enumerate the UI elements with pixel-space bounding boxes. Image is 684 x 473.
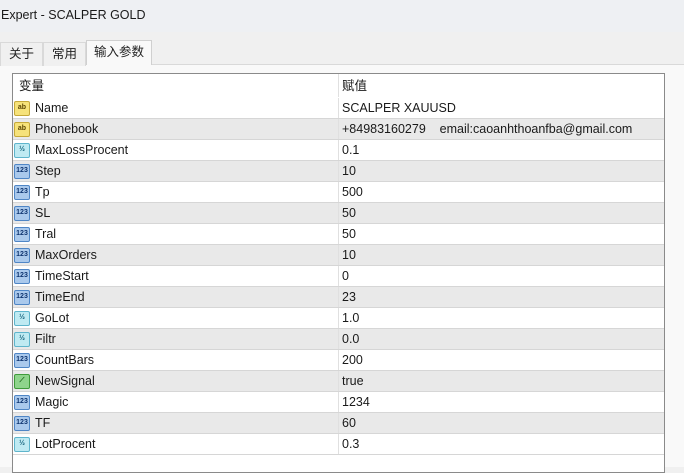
value-cell[interactable]: 50 — [338, 224, 664, 244]
double-type-icon: ½ — [14, 142, 30, 158]
variable-cell: ⟋ NewSignal — [13, 371, 338, 391]
bool-type-icon: ⟋ — [14, 373, 30, 389]
variable-name: TF — [35, 416, 51, 430]
variable-name: TimeStart — [35, 269, 89, 283]
table-row[interactable]: 123 CountBars 200 — [13, 350, 664, 371]
string-type-icon: ab — [14, 121, 30, 137]
variable-name: Filtr — [35, 332, 56, 346]
value-cell[interactable]: 60 — [338, 413, 664, 433]
variable-cell: 123 TimeEnd — [13, 287, 338, 307]
inputs-table: 变量 赋值 ab Name SCALPER XAUUSD ab Phonebook +84… — [12, 73, 665, 473]
value-cell[interactable]: 0.1 — [338, 140, 664, 160]
table-header: 变量 赋值 — [13, 74, 664, 98]
variable-cell: ½ Filtr — [13, 329, 338, 349]
double-type-icon: ½ — [14, 310, 30, 326]
variable-cell: 123 Step — [13, 161, 338, 181]
value-cell[interactable]: 23 — [338, 287, 664, 307]
table-row[interactable]: ab Name SCALPER XAUUSD — [13, 98, 664, 119]
int-type-icon: 123 — [14, 352, 30, 368]
table-row[interactable]: 123 Tral 50 — [13, 224, 664, 245]
variable-cell: 123 Tral — [13, 224, 338, 244]
column-header-variable[interactable]: 变量 — [13, 74, 338, 97]
value-cell[interactable]: 0 — [338, 266, 664, 286]
table-row[interactable]: 123 MaxOrders 10 — [13, 245, 664, 266]
value-cell[interactable]: 0.0 — [338, 329, 664, 349]
value-cell[interactable]: SCALPER XAUUSD — [338, 98, 664, 118]
tab-bar: 关于 常用 输入参数 — [0, 40, 153, 66]
variable-cell: 123 TF — [13, 413, 338, 433]
window-title: Expert - SCALPER GOLD — [0, 0, 684, 32]
table-row[interactable]: 123 Tp 500 — [13, 182, 664, 203]
int-type-icon: 123 — [14, 394, 30, 410]
variable-name: Magic — [35, 395, 69, 409]
variable-cell: 123 MaxOrders — [13, 245, 338, 265]
table-row[interactable]: ½ Filtr 0.0 — [13, 329, 664, 350]
int-type-icon: 123 — [14, 247, 30, 263]
tab-common[interactable]: 常用 — [43, 42, 87, 66]
table-row[interactable]: 123 TF 60 — [13, 413, 664, 434]
variable-name: NewSignal — [35, 374, 95, 388]
table-row[interactable]: ½ GoLot 1.0 — [13, 308, 664, 329]
table-row[interactable]: ½ LotProcent 0.3 — [13, 434, 664, 455]
table-row[interactable]: 123 TimeStart 0 — [13, 266, 664, 287]
int-type-icon: 123 — [14, 163, 30, 179]
int-type-icon: 123 — [14, 268, 30, 284]
value-cell[interactable]: 0.3 — [338, 434, 664, 454]
variable-name: Step — [35, 164, 61, 178]
string-type-icon: ab — [14, 100, 30, 116]
variable-cell: 123 SL — [13, 203, 338, 223]
double-type-icon: ½ — [14, 436, 30, 452]
table-row[interactable]: ⟋ NewSignal true — [13, 371, 664, 392]
value-cell[interactable]: true — [338, 371, 664, 391]
variable-cell: ½ LotProcent — [13, 434, 338, 454]
variable-name: Tral — [35, 227, 57, 241]
variable-name: LotProcent — [35, 437, 96, 451]
value-cell[interactable]: 50 — [338, 203, 664, 223]
variable-cell: ab Phonebook — [13, 119, 338, 139]
table-row[interactable]: 123 Step 10 — [13, 161, 664, 182]
variable-name: SL — [35, 206, 51, 220]
int-type-icon: 123 — [14, 205, 30, 221]
tab-about[interactable]: 关于 — [0, 42, 44, 66]
double-type-icon: ½ — [14, 331, 30, 347]
variable-name: MaxOrders — [35, 248, 97, 262]
variable-name: GoLot — [35, 311, 70, 325]
variable-cell: ½ GoLot — [13, 308, 338, 328]
table-row[interactable]: ab Phonebook +84983160279 email:caoanhthoa… — [13, 119, 664, 140]
variable-name: Name — [35, 101, 69, 115]
value-cell[interactable]: 10 — [338, 245, 664, 265]
value-cell[interactable]: 200 — [338, 350, 664, 370]
tab-inputs[interactable]: 输入参数 — [86, 40, 153, 65]
int-type-icon: 123 — [14, 415, 30, 431]
variable-name: MaxLossProcent — [35, 143, 129, 157]
variable-name: Tp — [35, 185, 50, 199]
value-cell[interactable]: 1234 — [338, 392, 664, 412]
value-cell[interactable]: 10 — [338, 161, 664, 181]
variable-cell: ½ MaxLossProcent — [13, 140, 338, 160]
variable-name: TimeEnd — [35, 290, 85, 304]
int-type-icon: 123 — [14, 289, 30, 305]
variable-name: Phonebook — [35, 122, 99, 136]
table-row[interactable]: 123 Magic 1234 — [13, 392, 664, 413]
variable-cell: 123 TimeStart — [13, 266, 338, 286]
value-cell[interactable]: 1.0 — [338, 308, 664, 328]
int-type-icon: 123 — [14, 226, 30, 242]
table-row[interactable]: ½ MaxLossProcent 0.1 — [13, 140, 664, 161]
column-header-value[interactable]: 赋值 — [338, 74, 664, 97]
value-cell[interactable]: 500 — [338, 182, 664, 202]
value-cell[interactable]: +84983160279 email:caoanhthoanfba@gmail.… — [338, 119, 664, 139]
variable-cell: 123 Magic — [13, 392, 338, 412]
variable-cell: 123 CountBars — [13, 350, 338, 370]
variable-name: CountBars — [35, 353, 95, 367]
variable-cell: ab Name — [13, 98, 338, 118]
table-row[interactable]: 123 TimeEnd 23 — [13, 287, 664, 308]
int-type-icon: 123 — [14, 184, 30, 200]
table-row[interactable]: 123 SL 50 — [13, 203, 664, 224]
variable-cell: 123 Tp — [13, 182, 338, 202]
